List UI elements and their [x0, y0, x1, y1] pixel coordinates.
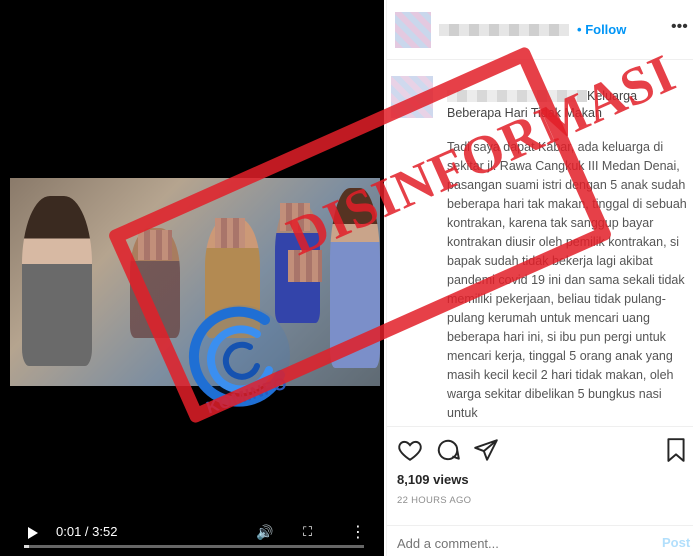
post-button[interactable]: Post	[662, 535, 690, 550]
video-controls: 0:01 / 3:52 🔊 ⛶ ⋮	[0, 508, 384, 556]
video-time: 0:01 / 3:52	[56, 524, 118, 539]
post-actions: 8,109 views 22 HOURS AGO Post	[387, 426, 693, 556]
progress-bar[interactable]	[24, 545, 364, 548]
fullscreen-icon[interactable]: ⛶	[303, 524, 312, 540]
avatar[interactable]	[395, 12, 431, 48]
heart-icon[interactable]	[397, 437, 423, 463]
more-icon[interactable]: ⋮	[350, 522, 366, 542]
follow-separator: •	[577, 22, 582, 37]
comment-bar: Post	[387, 525, 693, 556]
username-blurred[interactable]	[439, 24, 569, 36]
follow-label: Follow	[585, 22, 627, 37]
progress-fill	[24, 545, 30, 548]
share-icon[interactable]	[473, 437, 499, 463]
view-count: 8,109 views	[397, 472, 469, 487]
app-root: KOMINFO 0:01 / 3:52 🔊 ⛶ ⋮ • Follow ••• K…	[0, 0, 693, 556]
volume-icon[interactable]: 🔊	[256, 524, 273, 541]
follow-button[interactable]: • Follow	[577, 22, 626, 37]
post-timestamp: 22 HOURS AGO	[397, 495, 472, 506]
comment-icon[interactable]	[435, 437, 461, 463]
play-icon[interactable]	[28, 527, 38, 539]
person-figure	[22, 196, 92, 366]
options-icon[interactable]: •••	[671, 18, 688, 36]
bookmark-icon[interactable]	[663, 437, 689, 463]
comment-input[interactable]	[397, 534, 627, 552]
